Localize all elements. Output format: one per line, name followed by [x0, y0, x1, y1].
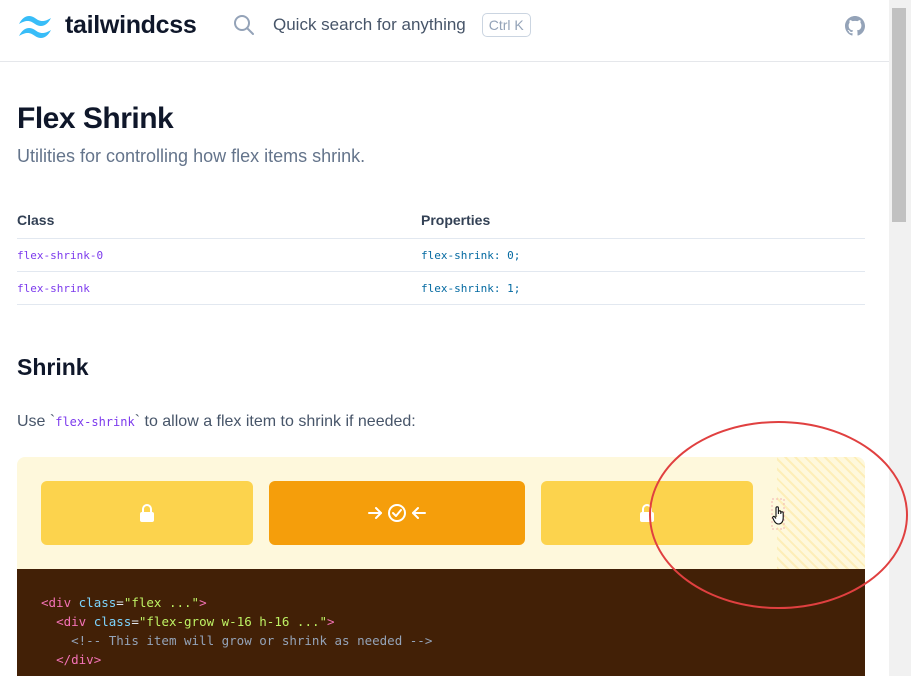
code-line: <div class="flex-grow w-16 h-16 ...">: [56, 614, 335, 629]
search-placeholder: Quick search for anything: [273, 15, 466, 34]
lock-icon: [140, 504, 154, 522]
demo-box-fixed: [41, 481, 253, 545]
code-line: </div>: [41, 652, 101, 667]
code-comment: <!-- This item will grow or shrink as ne…: [71, 633, 433, 648]
code-attr: class: [93, 614, 132, 629]
code-tag-end: >: [327, 614, 335, 629]
code-tag: <div: [41, 595, 72, 610]
shrink-arrows-icon: [368, 504, 426, 522]
logo-text: tailwindcss: [65, 11, 197, 39]
tailwind-logo-icon: [19, 15, 51, 38]
code-tag-end: >: [199, 595, 207, 610]
lead-text-after: ` to allow a flex item to shrink if need…: [134, 413, 416, 430]
table-divider: [17, 271, 865, 272]
page-subtitle: Utilities for controlling how flex items…: [17, 146, 366, 166]
table-divider: [17, 304, 865, 305]
code-string: "flex-grow w-16 h-16 ...": [138, 614, 328, 629]
section-title: Shrink: [17, 354, 89, 380]
keyboard-shortcut-badge: Ctrl K: [481, 13, 531, 37]
lead-text-before: Use `: [17, 413, 56, 430]
code-line: <div class="flex ...">: [41, 595, 207, 610]
hand-cursor-icon: [771, 498, 785, 530]
table-cell-class: flex-shrink-0: [17, 249, 104, 262]
logo[interactable]: tailwindcss: [17, 11, 197, 40]
table-header-class: Class: [17, 212, 55, 228]
code-attr: class: [78, 595, 117, 610]
top-navigation-bar: tailwindcss Quick search for anything Ct…: [0, 0, 889, 62]
table-header-properties: Properties: [421, 212, 491, 228]
section-description: Use `flex-shrink` to allow a flex item t…: [17, 413, 416, 431]
table-cell-properties: flex-shrink: 1;: [421, 282, 521, 295]
github-icon[interactable]: [845, 16, 865, 36]
page-title: Flex Shrink: [17, 102, 174, 135]
code-string: "flex ...": [123, 595, 200, 610]
table-cell-properties: flex-shrink: 0;: [421, 249, 521, 262]
code-tag: </div>: [56, 652, 102, 667]
quick-search-button[interactable]: Quick search for anything Ctrl K: [233, 13, 531, 37]
table-divider: [17, 238, 865, 239]
code-tag: <div: [56, 614, 87, 629]
search-icon: [234, 15, 254, 35]
inline-code: flex-shrink: [55, 415, 135, 429]
demo-box-shrinkable: [269, 481, 525, 545]
table-cell-class: flex-shrink: [17, 282, 90, 295]
scrollbar-thumb[interactable]: [892, 8, 906, 222]
code-line: <!-- This item will grow or shrink as ne…: [41, 633, 432, 648]
